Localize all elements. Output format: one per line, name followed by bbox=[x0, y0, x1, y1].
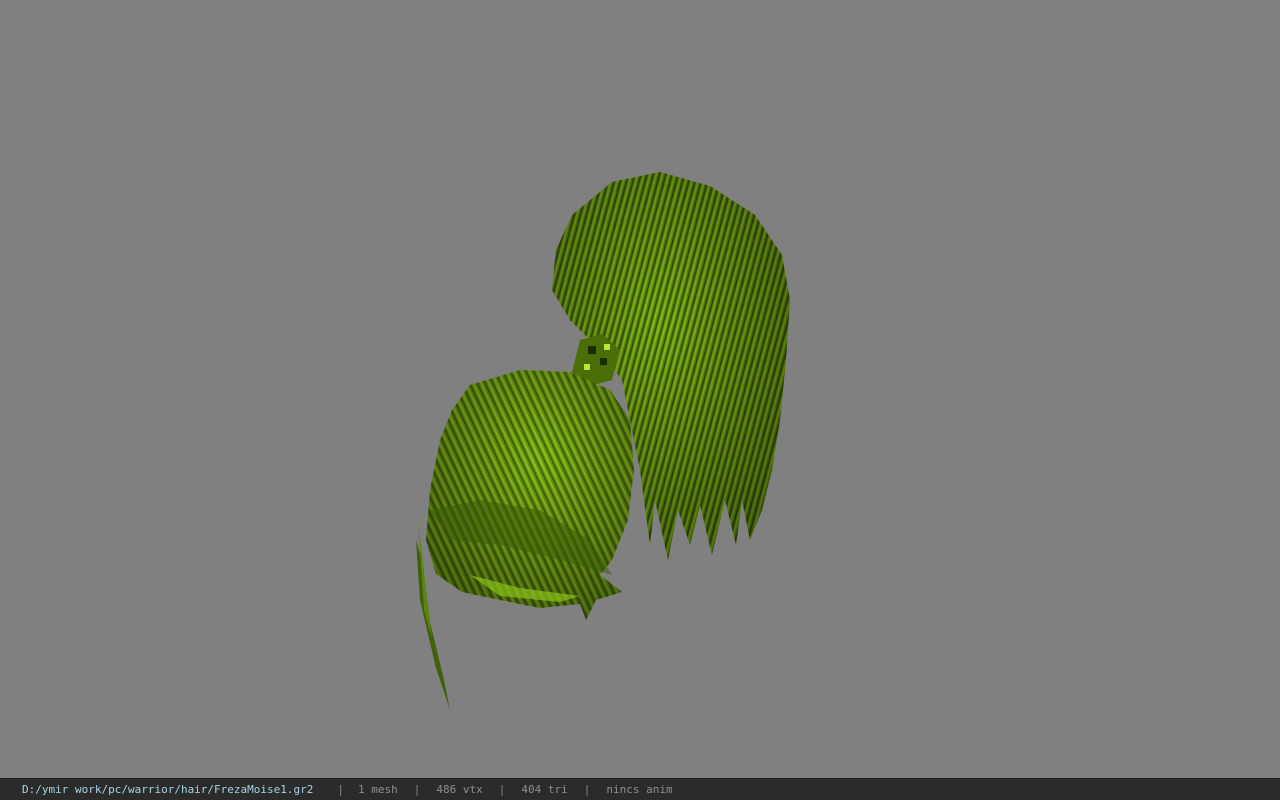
file-path: D:/ymir work/pc/warrior/hair/FrezaMoise1… bbox=[22, 783, 314, 796]
status-separator: | bbox=[413, 783, 421, 796]
mesh-count: 1 mesh bbox=[358, 783, 398, 796]
status-bar: D:/ymir work/pc/warrior/hair/FrezaMoise1… bbox=[0, 778, 1280, 800]
status-separator: | bbox=[498, 783, 506, 796]
status-separator: | bbox=[583, 783, 591, 796]
3d-viewport[interactable] bbox=[0, 0, 1280, 778]
vertex-count: 486 vtx bbox=[436, 783, 483, 796]
lower-bun bbox=[426, 370, 634, 620]
status-separator: | bbox=[337, 783, 345, 796]
hair-model-render bbox=[416, 172, 790, 710]
animation-status: nincs anim bbox=[606, 783, 673, 796]
triangle-count: 404 tri bbox=[521, 783, 568, 796]
